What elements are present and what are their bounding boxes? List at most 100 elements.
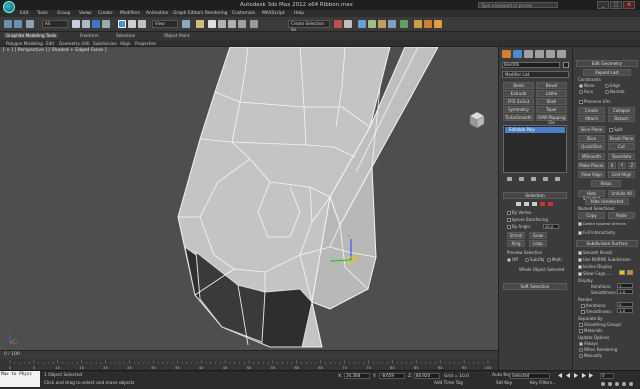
time-slider-readout[interactable]: 0 / 100 [4,352,20,357]
menu-group[interactable]: Group [57,11,70,16]
current-frame-field[interactable]: 0 [600,373,614,379]
preview-off-radio[interactable]: Off [507,257,518,262]
create-tab-icon[interactable] [502,50,511,58]
by-vertex-checkbox[interactable]: By Vertex [507,210,531,215]
modifier-list-dropdown[interactable]: Modifier List [502,71,569,78]
by-angle-checkbox[interactable]: By Angle: [507,224,531,229]
rendered-frame-window-icon[interactable] [424,20,432,28]
graphite-toggle-icon[interactable] [368,20,376,28]
maxscript-listener[interactable]: Max to Physc [0,371,40,387]
redo-icon[interactable] [14,20,22,28]
menu-views[interactable]: Views [79,11,92,16]
angle-snap-icon[interactable] [218,20,226,28]
perspective-viewport[interactable]: [ + ] [ Perspective ] [ Shaded + Edged F… [0,47,498,350]
paste-button[interactable]: Paste [608,212,635,219]
material-editor-icon[interactable] [400,20,408,28]
quickslice-button[interactable]: QuickSlice [578,143,605,150]
render-iterations-checkbox[interactable]: Iterations: [581,303,606,308]
relax-button[interactable]: Relax [591,180,621,187]
update-when-rendering-radio[interactable]: When Rendering [579,347,617,352]
collapse-button[interactable]: Collapse [608,107,635,114]
app-logo-icon[interactable] [3,1,15,13]
view-align-button[interactable]: View Align [578,171,605,178]
panel-align[interactable]: Align [120,41,131,46]
shell-button[interactable]: Shell [536,98,567,105]
scale-icon[interactable] [138,20,146,28]
tab-object-paint[interactable]: Object Paint [164,33,189,38]
time-slider[interactable]: 0 / 100 [0,350,498,359]
display-smoothness-spinner[interactable]: 1.0 [617,289,633,294]
render-smoothness-checkbox[interactable]: Smoothness: [581,309,612,314]
key-mode-dropdown[interactable]: Selected [510,373,550,379]
menu-animation[interactable]: Animation [146,11,168,16]
panel-subdivision[interactable]: Subdivision [93,41,117,46]
by-angle-spinner[interactable]: 45.0 [543,224,559,229]
show-cage-checkbox[interactable]: Show Cage...... [578,271,613,276]
rotate-icon[interactable] [128,20,136,28]
ignore-backfacing-checkbox[interactable]: Ignore Backfacing [507,217,548,222]
copy-button[interactable]: Copy [578,212,605,219]
layer-manager-icon[interactable] [358,20,366,28]
edit-named-selection-icon[interactable] [250,20,258,28]
preserve-uvs-checkbox[interactable]: Preserve UVs [579,99,610,104]
selection-filter-dropdown[interactable]: All [42,20,68,28]
reset-plane-button[interactable]: Reset Plane [608,135,635,142]
set-key-button[interactable]: Set Key [496,381,512,386]
menu-modifiers[interactable]: Modifiers [120,11,140,16]
subdivision-surface-rollout[interactable]: Subdivision Surface [576,240,638,247]
unhide-all-button[interactable]: Unhide All [608,190,635,197]
tab-graphite-modeling-tools[interactable]: Graphite Modeling Tools [4,33,59,38]
subobject-level-icons[interactable] [515,201,559,207]
y-coordinate-field[interactable]: -8.659 [379,373,405,379]
auto-key-button[interactable]: Auto Key [492,373,511,378]
preview-subobj-radio[interactable]: SubObj [525,257,544,262]
tab-freeform[interactable]: Freeform [80,33,99,38]
modify-tab-icon[interactable] [513,50,522,58]
full-interactivity-checkbox[interactable]: Full Interactivity [578,230,615,235]
close-button[interactable]: × [623,1,635,9]
stack-tools[interactable] [505,176,565,182]
minimize-button[interactable]: _ [597,1,609,9]
grow-button[interactable]: Grow [529,232,547,239]
preview-multi-radio[interactable]: Multi [547,257,562,262]
menu-help[interactable]: Help [294,11,304,16]
select-by-name-icon[interactable] [82,20,90,28]
undo-icon[interactable] [4,20,12,28]
repeat-last-button[interactable]: Repeat Last [583,69,631,76]
menu-rendering[interactable]: Rendering [205,11,227,16]
key-filters-button[interactable]: Key Filters... [530,381,556,386]
selection-rollout[interactable]: Selection [503,192,567,199]
planar-y-button[interactable]: Y [618,162,626,169]
select-link-icon[interactable] [26,20,34,28]
tab-selection[interactable]: Selection [116,33,135,38]
modifier-stack[interactable]: Editable Poly [503,125,567,173]
object-name-field[interactable]: Box006 [502,62,560,68]
hierarchy-tab-icon[interactable] [524,50,533,58]
menu-customize[interactable]: Customize [232,11,255,16]
menu-tools[interactable]: Tools [37,11,48,16]
delete-isolated-checkbox[interactable]: Delete Isolated Vertices [578,222,626,226]
ring-button[interactable]: Ring [507,240,525,247]
snaps-toggle-icon[interactable] [208,20,216,28]
spinner-snap-icon[interactable] [238,20,246,28]
materials-checkbox[interactable]: Materials [579,328,602,333]
utilities-tab-icon[interactable] [557,50,566,58]
rectangular-selection-icon[interactable] [92,20,100,28]
attach-button[interactable]: Attach [578,115,605,122]
cut-button[interactable]: Cut [608,143,635,150]
planar-x-button[interactable]: X [608,162,616,169]
select-manipulate-icon[interactable] [196,20,204,28]
menu-create[interactable]: Create [98,11,113,16]
viewcube-icon[interactable] [466,109,488,131]
constraint-edge-radio[interactable]: Edge [605,83,620,88]
bend-button[interactable]: Bend [503,82,534,89]
tessellate-button[interactable]: Tessellate [608,153,635,160]
update-manually-radio[interactable]: Manually [579,353,602,358]
render-iterations-spinner[interactable]: 0 [617,302,633,307]
trackbar[interactable]: 0 5 10 15 20 25 30 35 40 45 50 55 60 65 70 75 80 85 90 95 10… [0,359,498,370]
create-button[interactable]: Create [578,107,605,114]
hide-selected-button[interactable]: Hide Selected [578,190,605,201]
viewport-nav-controls[interactable] [600,381,636,387]
menu-graph-editors[interactable]: Graph Editors [173,11,203,16]
smoothing-groups-checkbox[interactable]: Smoothing Groups [579,322,621,327]
